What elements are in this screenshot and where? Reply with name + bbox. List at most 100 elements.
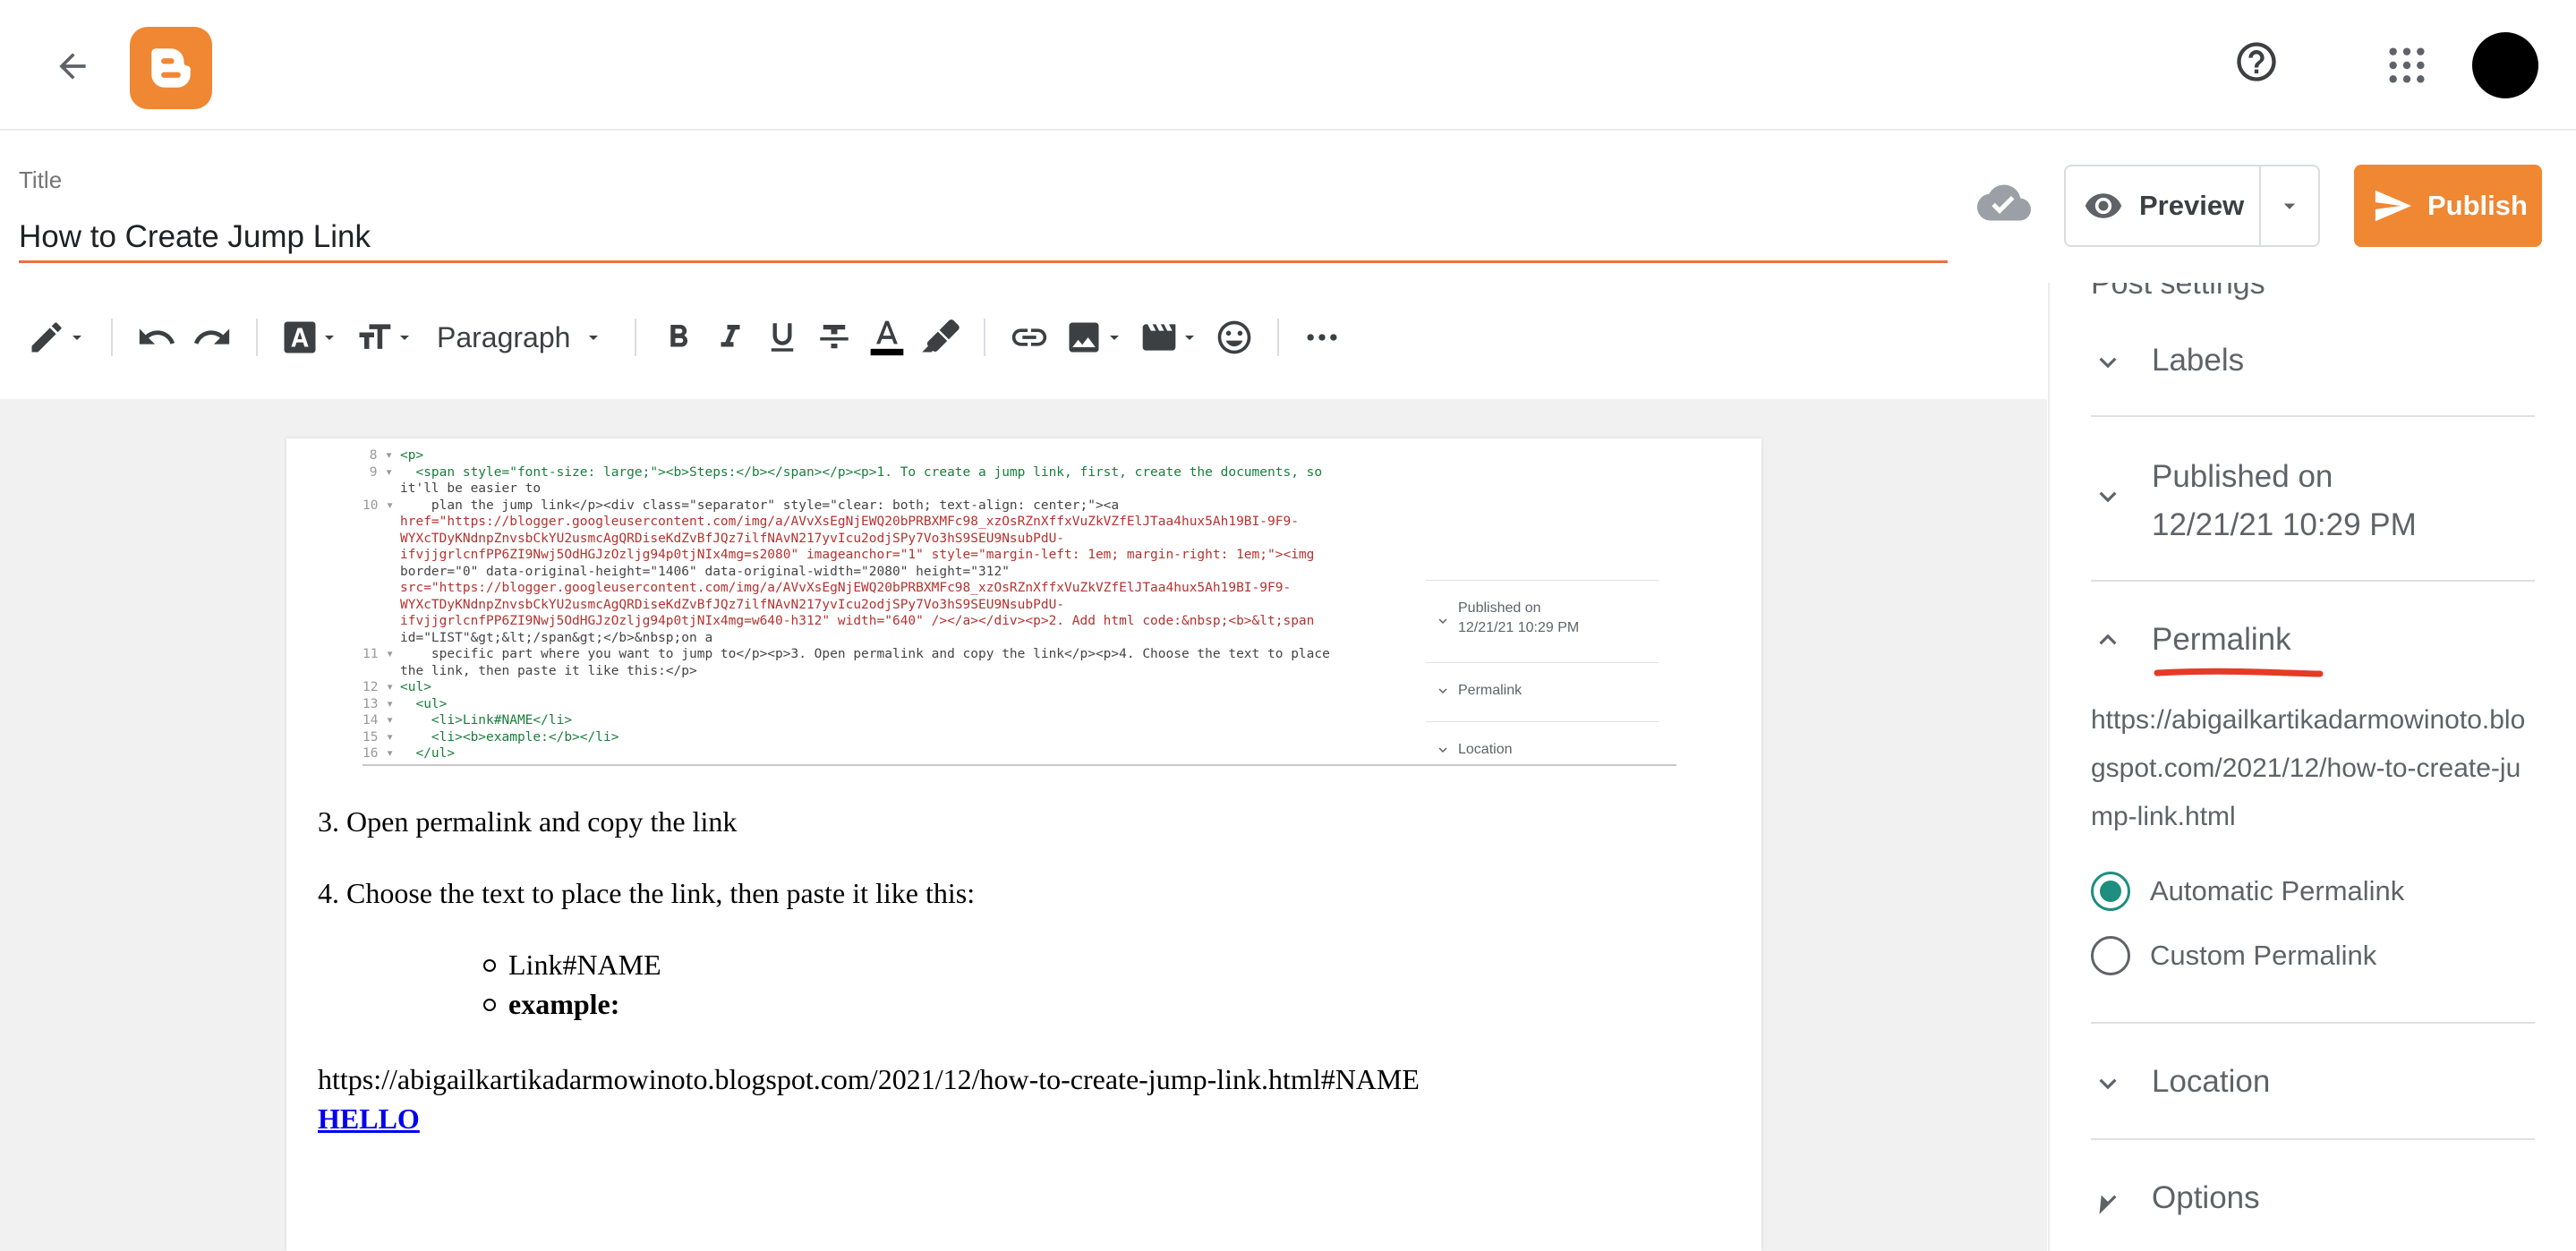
- code-line: 13 ▾ <ul>: [363, 696, 1414, 713]
- italic-icon: [721, 325, 740, 347]
- code-line-text: plan the jump link</p><div class="separa…: [400, 498, 1120, 513]
- insert-link-button[interactable]: [1002, 308, 1057, 367]
- apps-grid-icon: [2389, 47, 2425, 83]
- preview-options-button[interactable]: [2259, 166, 2318, 245]
- step-3-text: 3. Open permalink and copy the link: [318, 805, 738, 838]
- location-title: Location: [2152, 1064, 2271, 1099]
- emoji-icon: [1218, 320, 1251, 354]
- screenshot-published-label: Published on: [1458, 600, 1541, 616]
- code-line-text: the link, then paste it like this:</p>: [400, 663, 697, 678]
- blogger-logo[interactable]: [130, 27, 212, 109]
- bold-button[interactable]: [653, 308, 704, 367]
- code-line-text: <ul>: [400, 680, 431, 694]
- caret-down-icon: [1185, 336, 1195, 340]
- published-on-header: Published on 12/21/21 10:29 PM: [2091, 453, 2417, 549]
- toolbar-divider: [1277, 319, 1280, 356]
- font-button[interactable]: [274, 308, 347, 367]
- permalink-title: Permalink: [2152, 622, 2291, 657]
- custom-permalink-option[interactable]: Custom Permalink: [2091, 936, 2376, 975]
- text-color-icon: [871, 320, 904, 356]
- help-circle-icon: [2237, 42, 2276, 81]
- options-header: Options: [2091, 1174, 2260, 1222]
- code-line-number: 14 ▾: [363, 713, 394, 728]
- caret-down-icon: [2283, 203, 2296, 209]
- caret-down-icon: [400, 336, 409, 340]
- code-line-text: it'll be easier to: [400, 481, 542, 496]
- code-line: ifvjjgrlcnfPP6ZI9Nwj5OdHGJzOzljg94p0tjNI…: [363, 613, 1414, 630]
- more-options-button[interactable]: [1295, 308, 1349, 367]
- code-line: 10 ▾ plan the jump link</p><div class="s…: [363, 498, 1414, 515]
- code-line-text: href="https://blogger.googleusercontent.…: [400, 515, 1299, 529]
- caret-down-icon: [1110, 336, 1120, 340]
- list-bullet: [483, 998, 496, 1011]
- apps-button[interactable]: [2377, 36, 2436, 95]
- title-input[interactable]: [19, 213, 1948, 263]
- preview-button-group: Preview: [2064, 165, 2320, 247]
- insert-video-button[interactable]: [1132, 308, 1207, 367]
- automatic-permalink-option[interactable]: Automatic Permalink: [2091, 872, 2404, 911]
- highlight-button[interactable]: [914, 308, 968, 367]
- chevron-down-icon: [1438, 688, 1447, 694]
- code-line: 14 ▾ <li>Link#NAME</li>: [363, 712, 1414, 729]
- preview-label: Preview: [2139, 190, 2245, 221]
- text-color-button[interactable]: [860, 308, 914, 367]
- custom-permalink-radio[interactable]: [2091, 936, 2130, 975]
- code-line-text: <span style="font-size: large;"><b>Steps…: [400, 464, 1323, 480]
- help-button[interactable]: [2227, 32, 2286, 91]
- post-settings-title: Post settings: [2091, 283, 2265, 301]
- paragraph-style-select[interactable]: Paragraph: [422, 321, 618, 354]
- code-line: 16 ▾ </ul>: [363, 745, 1414, 762]
- caret-down-icon: [73, 336, 81, 340]
- automatic-permalink-radio[interactable]: [2091, 872, 2130, 911]
- text-size-button[interactable]: [347, 308, 422, 367]
- labels-header: Labels: [2091, 336, 2244, 385]
- options-title: Options: [2152, 1180, 2260, 1215]
- code-line-number: 15 ▾: [363, 729, 394, 745]
- strikethrough-icon: [820, 325, 849, 349]
- code-line-number: 17 ▾: [363, 762, 400, 765]
- undo-button[interactable]: [129, 308, 184, 367]
- code-line-text: </ul>: [400, 746, 456, 761]
- chevron-down-icon: [1438, 618, 1447, 624]
- insert-image-button[interactable]: [1057, 308, 1132, 367]
- post-body-editor[interactable]: 8 ▾ <p> 9 ▾ <span style="font-size: large;…: [286, 438, 1761, 1251]
- labels-title: Labels: [2152, 343, 2245, 378]
- code-line-text: ifvjjgrlcnfPP6ZI9Nwj5OdHGJzOzljg94p0tjNI…: [400, 548, 1315, 562]
- app-header: [0, 0, 2576, 131]
- chevron-down-icon: [1438, 747, 1447, 753]
- code-line-text: WYXcTDyKNdnpZnvsbCkYU2usmcAgQRDiseKdZvBf…: [400, 531, 1065, 546]
- html-code-listing: 8 ▾ <p> 9 ▾ <span style="font-size: large;…: [363, 447, 1414, 765]
- code-line: WYXcTDyKNdnpZnvsbCkYU2usmcAgQRDiseKdZvBf…: [363, 597, 1414, 614]
- compose-mode-button[interactable]: [20, 308, 95, 367]
- account-avatar[interactable]: [2472, 32, 2538, 98]
- hello-link[interactable]: HELLO: [318, 1102, 420, 1136]
- code-line-text: <ul>: [400, 696, 448, 711]
- chevron-up-icon: [2099, 634, 2117, 645]
- code-line-number: 13 ▾: [363, 696, 394, 711]
- list-bullet: [483, 958, 496, 972]
- send-icon: [2375, 190, 2412, 222]
- step-4-text: 4. Choose the text to place the link, th…: [318, 877, 976, 909]
- underline-button[interactable]: [756, 308, 808, 367]
- toolbar-divider: [256, 319, 258, 356]
- chevron-down-icon: [2099, 357, 2117, 369]
- back-button[interactable]: [45, 38, 100, 94]
- preview-button[interactable]: Preview: [2066, 166, 2259, 245]
- screenshot-permalink-label: Permalink: [1458, 683, 1523, 698]
- more-horizontal-icon: [1307, 334, 1337, 341]
- code-line-number: 10 ▾: [363, 498, 394, 513]
- code-line: border="0" data-original-height="1406" d…: [363, 564, 1414, 581]
- insert-emoji-button[interactable]: [1207, 308, 1261, 367]
- italic-button[interactable]: [704, 308, 756, 367]
- section-divider: [2091, 415, 2535, 417]
- strikethrough-button[interactable]: [808, 308, 860, 367]
- list-item: Link#NAME: [483, 949, 661, 982]
- code-line: 17 ▾</ul>: [363, 762, 1414, 765]
- title-label: Title: [19, 166, 63, 193]
- screenshot-permalink-row: Permalink: [1426, 662, 1659, 721]
- permalink-header: Permalink: [2091, 616, 2291, 664]
- code-line: id="LIST"&gt;&lt;/span&gt;</b>&nbsp;on a: [363, 630, 1414, 647]
- published-on-title: Published on: [2152, 459, 2333, 494]
- redo-button[interactable]: [184, 308, 240, 367]
- publish-button[interactable]: Publish: [2354, 165, 2542, 247]
